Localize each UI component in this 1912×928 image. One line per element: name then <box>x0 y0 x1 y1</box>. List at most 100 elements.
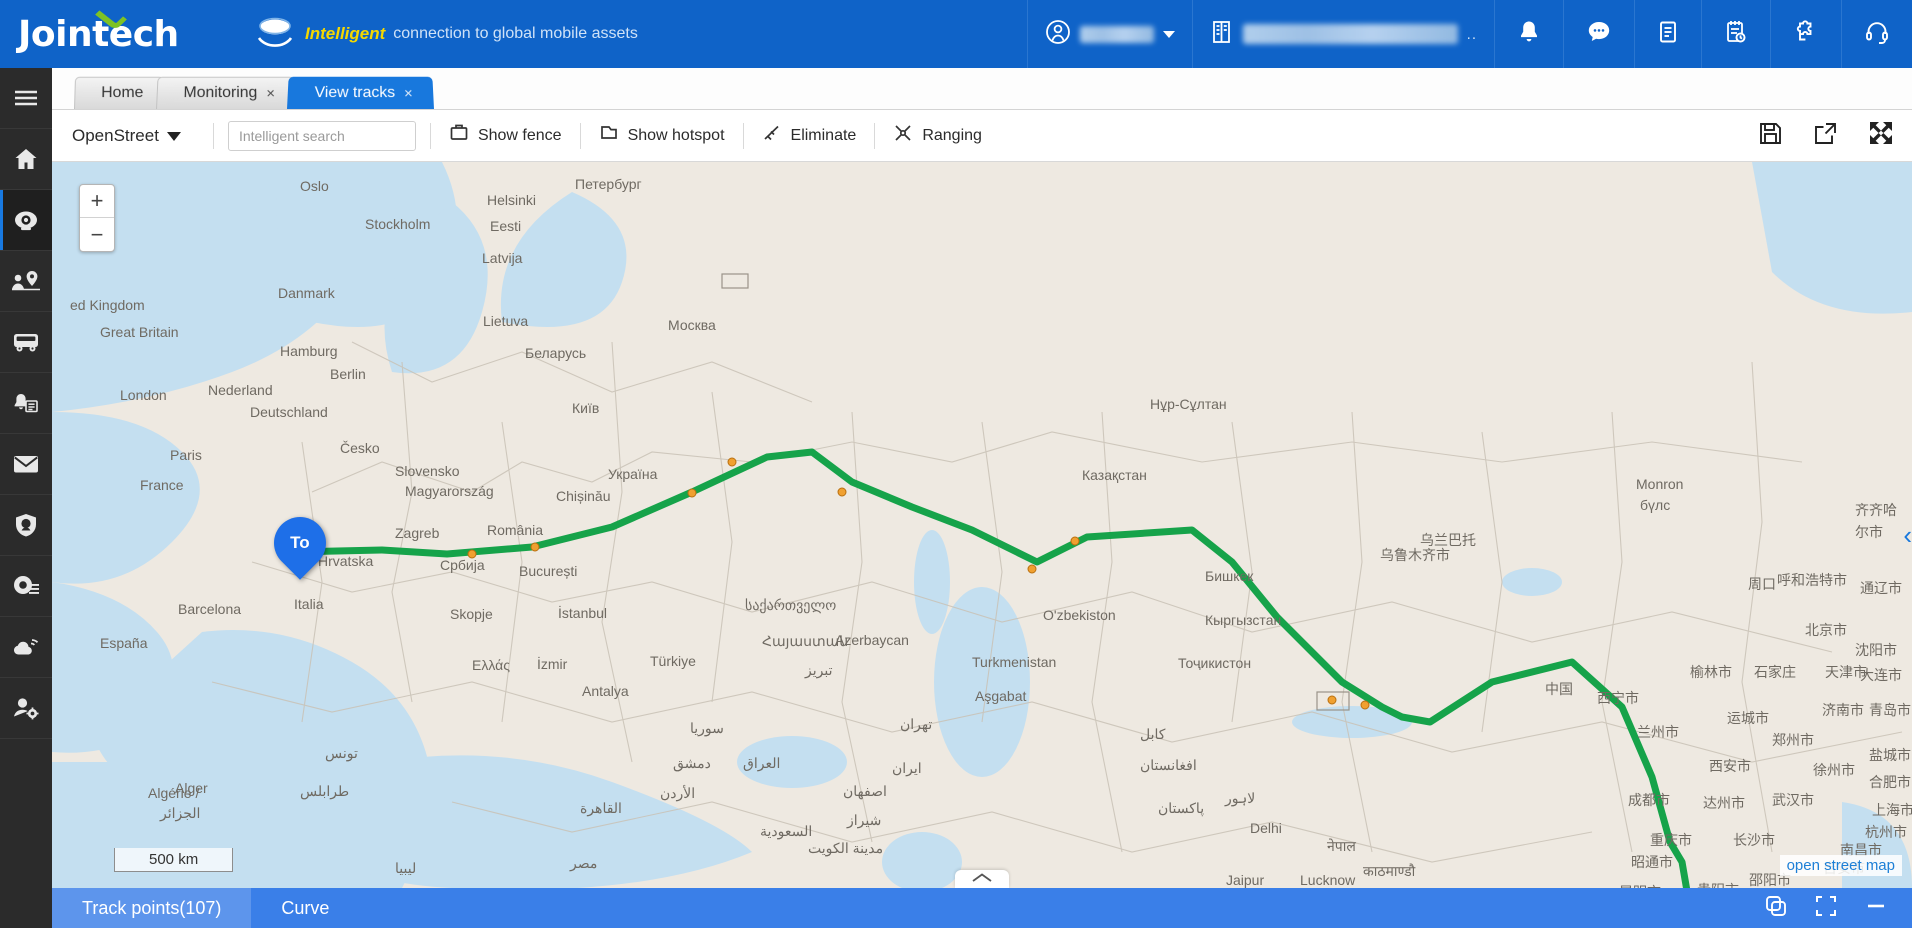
cloud-signal-icon <box>12 635 40 659</box>
work-order-button[interactable] <box>1701 0 1770 68</box>
user-account-icon <box>1045 19 1071 50</box>
puzzle-plugin-button[interactable] <box>1770 0 1841 68</box>
app-header: Jointech Intelligent connection to globa… <box>0 0 1912 68</box>
sidebar-item-device-signal[interactable] <box>0 617 52 678</box>
header-right-actions: .. <box>1026 0 1912 68</box>
chevron-up-icon <box>971 870 993 888</box>
fullscreen-brackets-icon[interactable] <box>1814 894 1838 923</box>
message-chat-icon <box>1586 19 1612 50</box>
map-provider-dropdown[interactable]: OpenStreet <box>72 126 199 146</box>
map-pin-icon <box>11 268 41 294</box>
map-toolbar-right <box>1758 120 1894 151</box>
ranging-label: Ranging <box>922 126 982 144</box>
puzzle-plugin-icon <box>1793 19 1819 50</box>
show-fence-button[interactable]: Show fence <box>445 123 566 148</box>
logo-text: Jointech <box>18 13 179 55</box>
tab-home[interactable]: Home <box>74 76 165 109</box>
app-logo[interactable]: Jointech <box>0 0 215 68</box>
sidebar-item-message[interactable] <box>0 434 52 495</box>
show-fence-label: Show fence <box>477 126 562 144</box>
notification-bell-icon <box>1517 19 1541 50</box>
eliminate-icon <box>762 123 782 148</box>
map-attribution-link[interactable]: open street map <box>1779 855 1902 876</box>
sidebar-item-alarm-report[interactable] <box>0 373 52 434</box>
close-icon[interactable]: × <box>266 85 275 102</box>
left-sidebar <box>0 68 52 928</box>
sidebar-item-settings[interactable] <box>0 556 52 617</box>
headset-support-button[interactable] <box>1841 0 1912 68</box>
sidebar-item-user-management[interactable] <box>0 678 52 739</box>
company-ellipsis: .. <box>1466 25 1477 43</box>
eye-monitor-icon <box>12 207 40 233</box>
headset-support-icon <box>1864 19 1890 50</box>
zoom-in-button[interactable]: + <box>80 185 114 218</box>
tab-home-label: Home <box>101 84 144 102</box>
fence-icon <box>449 123 469 148</box>
envelope-icon <box>12 453 40 475</box>
brand-slogan: Intelligent connection to global mobile … <box>253 16 638 52</box>
hotspot-icon <box>599 123 619 148</box>
company-selector[interactable]: .. <box>1191 0 1494 68</box>
sidebar-item-home[interactable] <box>0 129 52 190</box>
map-toolbar: OpenStreet Show fence Show hotspot <box>52 110 1912 162</box>
tab-view-tracks[interactable]: View tracks × <box>287 76 435 109</box>
zoom-out-button[interactable]: − <box>80 218 114 251</box>
hamburger-icon <box>13 88 39 108</box>
fullscreen-expand-icon[interactable] <box>1868 120 1894 151</box>
destination-marker-label: To <box>290 533 310 553</box>
show-hotspot-button[interactable]: Show hotspot <box>595 123 729 148</box>
sidebar-item-vehicle[interactable] <box>0 312 52 373</box>
map-tiles <box>52 162 1912 888</box>
user-name-masked <box>1079 25 1154 43</box>
ranging-icon <box>893 123 913 148</box>
slogan-emphasis: Intelligent <box>305 24 386 43</box>
search-input[interactable] <box>227 120 416 151</box>
clipboard-button[interactable] <box>1634 0 1701 68</box>
company-name-masked <box>1242 24 1458 44</box>
sidebar-item-monitoring[interactable] <box>0 190 52 251</box>
bottom-tab-curve[interactable]: Curve <box>251 888 359 928</box>
layers-panel-icon[interactable] <box>1764 894 1788 923</box>
globe-arc-icon <box>253 16 297 52</box>
divider <box>874 122 876 149</box>
zoom-controls[interactable]: + − <box>79 184 115 252</box>
bottom-tab-track-points[interactable]: Track points(107) <box>52 888 252 928</box>
sidebar-item-security[interactable] <box>0 495 52 556</box>
close-icon[interactable]: × <box>404 85 413 102</box>
side-panel-toggle[interactable]: ‹ <box>1903 520 1912 551</box>
map-provider-label: OpenStreet <box>72 125 159 145</box>
bell-document-icon <box>12 390 40 416</box>
shield-icon <box>13 512 39 538</box>
truck-icon <box>12 330 40 354</box>
map-canvas[interactable]: Oslo Stockholm Helsinki Петербург Eesti Latvi… <box>52 162 1912 888</box>
tab-monitoring[interactable]: Monitoring × <box>155 76 297 109</box>
panel-collapse-toggle[interactable] <box>955 870 1009 888</box>
eliminate-label: Eliminate <box>790 126 857 144</box>
gear-icon <box>12 573 40 599</box>
slogan-rest: connection to global mobile assets <box>393 25 638 42</box>
minimize-icon[interactable] <box>1864 894 1888 923</box>
bottom-bar: Track points(107) Curve <box>52 888 1912 928</box>
work-order-icon <box>1724 19 1748 50</box>
chevron-down-icon[interactable] <box>1162 30 1175 38</box>
show-hotspot-label: Show hotspot <box>627 126 725 144</box>
ranging-button[interactable]: Ranging <box>889 123 986 148</box>
sidebar-item-track-map[interactable] <box>0 251 52 312</box>
divider <box>742 122 744 149</box>
user-gear-icon <box>12 695 40 721</box>
user-account-menu[interactable] <box>1026 0 1192 68</box>
divider <box>429 122 431 149</box>
tab-view-tracks-label: View tracks <box>314 84 396 102</box>
export-external-link-icon[interactable] <box>1813 121 1838 151</box>
scale-bar: 500 km <box>114 848 234 872</box>
sidebar-item-menu-toggle[interactable] <box>0 68 52 129</box>
clipboard-icon <box>1657 19 1679 50</box>
notification-bell-button[interactable] <box>1494 0 1563 68</box>
save-icon[interactable] <box>1758 121 1783 151</box>
bottom-bar-right <box>1764 888 1912 928</box>
divider <box>579 122 581 149</box>
eliminate-button[interactable]: Eliminate <box>758 123 861 148</box>
message-chat-button[interactable] <box>1563 0 1634 68</box>
chevron-down-icon <box>166 126 181 146</box>
tab-monitoring-label: Monitoring <box>182 84 258 102</box>
